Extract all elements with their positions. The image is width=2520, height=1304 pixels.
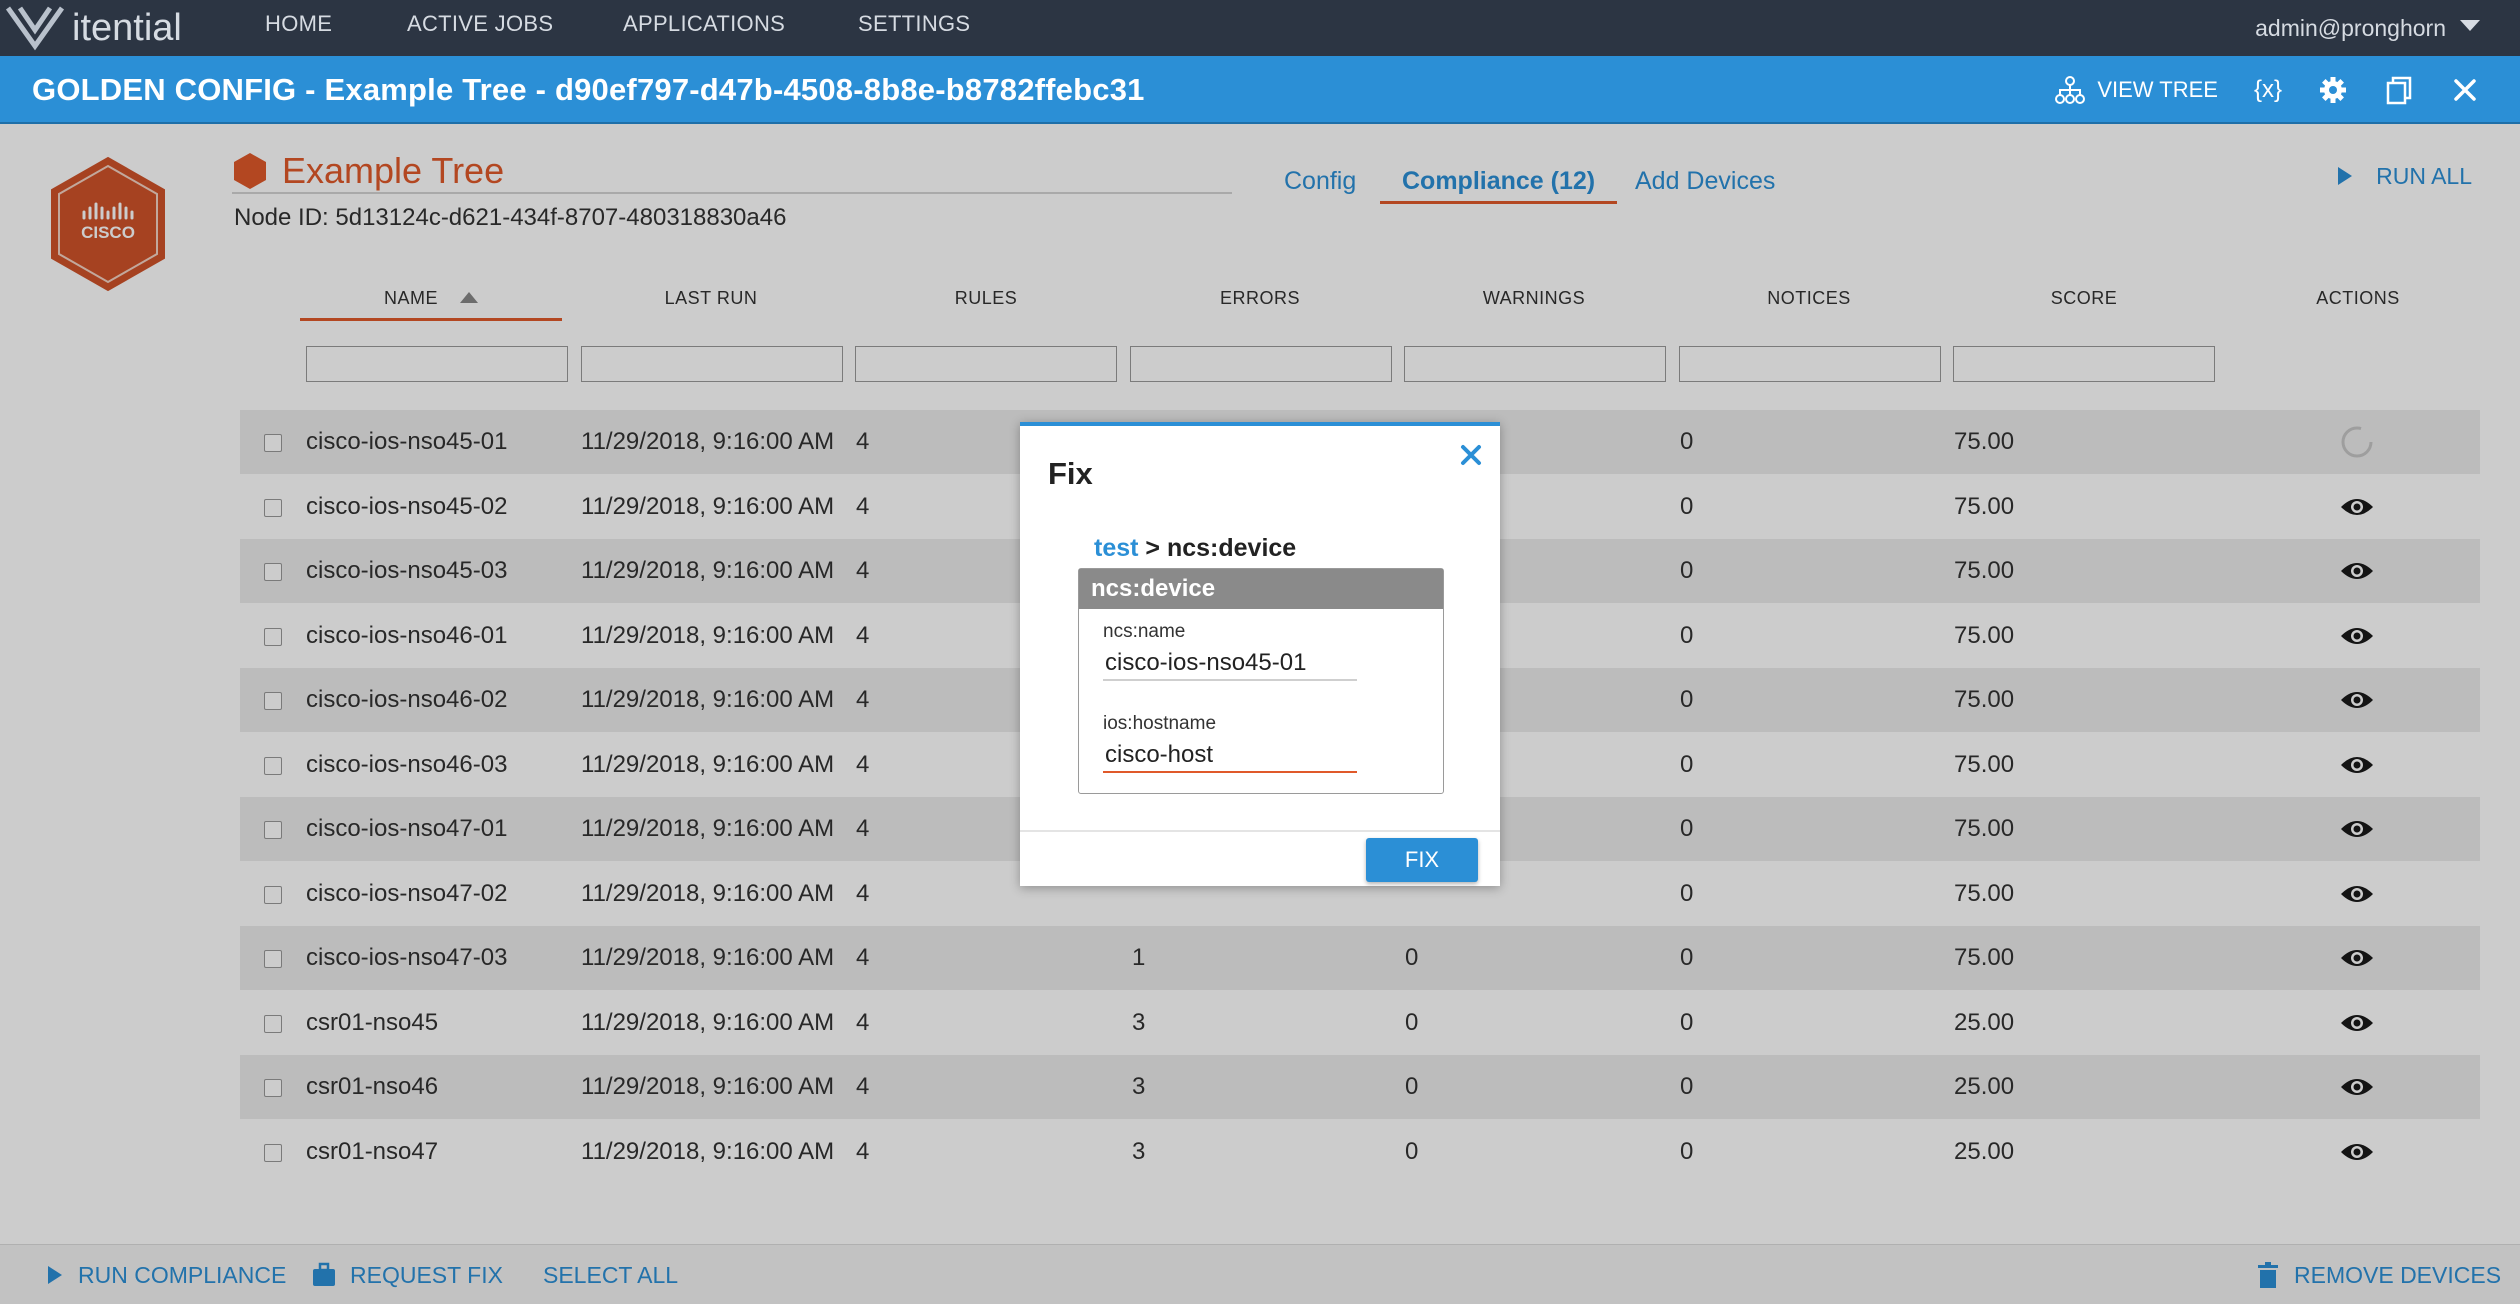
itential-mark-icon — [5, 6, 65, 51]
nav-home[interactable]: HOME — [265, 0, 332, 56]
close-button[interactable] — [2450, 75, 2480, 105]
breadcrumb-link-test[interactable]: test — [1094, 534, 1138, 562]
ios-hostname-label: ios:hostname — [1103, 713, 1217, 734]
nav-settings[interactable]: SETTINGS — [858, 0, 970, 56]
nav-applications[interactable]: APPLICATIONS — [623, 0, 785, 56]
close-icon[interactable] — [1456, 440, 1486, 470]
variables-button[interactable]: {x} — [2254, 76, 2282, 104]
ncs-name-label: ncs:name — [1103, 621, 1186, 642]
breadcrumb-separator: > — [1138, 534, 1167, 562]
view-tree-label: VIEW TREE — [2097, 77, 2218, 102]
device-form-group: ncs:device ncs:name ios:hostname — [1078, 568, 1444, 794]
ios-hostname-input[interactable] — [1103, 739, 1357, 773]
dialog-title: Fix — [1048, 456, 1093, 491]
close-icon — [2454, 79, 2476, 101]
copy-button[interactable] — [2384, 75, 2414, 105]
breadcrumb: test > ncs:device — [1094, 534, 1296, 563]
copy-icon — [2386, 76, 2412, 105]
breadcrumb-current: ncs:device — [1166, 534, 1297, 562]
settings-button[interactable] — [2318, 75, 2348, 105]
brand-name: itential — [72, 6, 182, 49]
tree-icon — [2055, 76, 2086, 104]
user-menu[interactable]: admin@pronghorn — [2255, 0, 2480, 56]
title-bar: GOLDEN CONFIG - Example Tree - d90ef797-… — [0, 56, 2520, 124]
nav-active-jobs[interactable]: ACTIVE JOBS — [407, 0, 553, 56]
top-nav: itential HOME ACTIVE JOBS APPLICATIONS S… — [0, 0, 2520, 56]
itential-logo[interactable]: itential — [4, 2, 182, 54]
dialog-footer: FIX — [1020, 830, 1500, 886]
chevron-down-icon — [2460, 19, 2480, 31]
fix-button[interactable]: FIX — [1366, 838, 1478, 882]
page-title: GOLDEN CONFIG - Example Tree - d90ef797-… — [32, 72, 1145, 107]
user-name: admin@pronghorn — [2255, 15, 2446, 41]
gear-icon — [2320, 77, 2346, 103]
group-title: ncs:device — [1079, 569, 1443, 609]
ncs-name-input[interactable] — [1103, 647, 1357, 681]
fix-dialog: Fix test > ncs:device ncs:device ncs:nam… — [1020, 422, 1500, 886]
view-tree-button[interactable]: VIEW TREE — [2055, 75, 2218, 105]
